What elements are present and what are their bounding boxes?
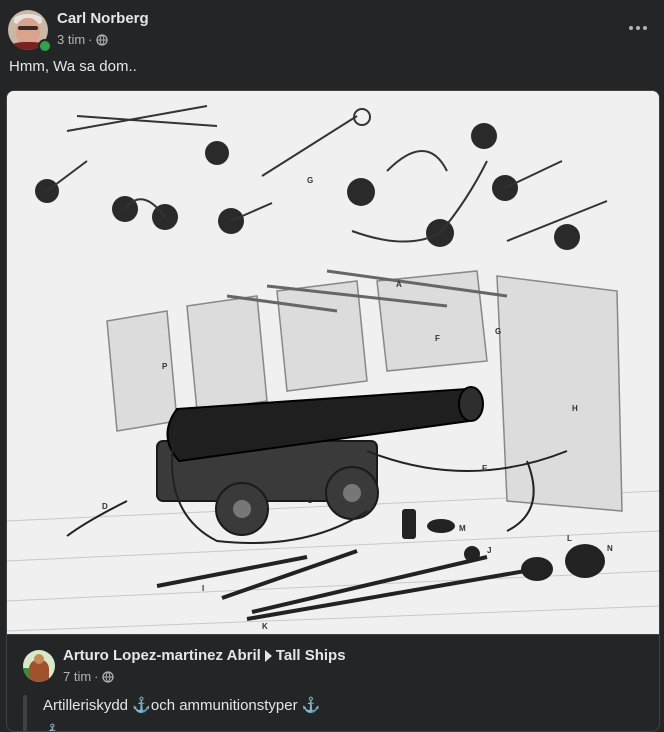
svg-text:H: H [572,404,578,413]
shared-post-header: Arturo Lopez-martinez Abril Tall Ships 7… [7,634,659,731]
shared-post-meta: 7 tim · [63,669,114,684]
shared-author-avatar[interactable] [23,650,55,682]
post-image[interactable]: G A D P F G C E M J N K I L H [7,91,659,634]
online-status-dot [38,39,52,53]
svg-text:D: D [102,502,108,511]
svg-text:M: M [459,524,466,533]
meta-separator: · [88,32,93,47]
globe-icon [95,33,108,46]
svg-text:G: G [307,176,313,185]
svg-text:N: N [607,544,613,553]
svg-text:C: C [307,496,313,505]
svg-text:I: I [202,584,204,593]
shared-author-name[interactable]: Arturo Lopez-martinez Abril [63,647,261,664]
svg-text:K: K [262,622,268,631]
post-header: Carl Norberg 3 tim · [0,0,664,56]
svg-text:F: F [435,334,440,343]
svg-text:L: L [567,534,572,543]
svg-text:P: P [162,362,168,371]
more-options-button[interactable] [624,16,652,40]
svg-text:J: J [487,546,491,555]
svg-text:G: G [495,327,501,336]
shared-post-card[interactable]: G A D P F G C E M J N K I L H Arturo Lopez-mart… [6,90,660,732]
post-author-name[interactable]: Carl Norberg [57,10,149,27]
svg-text:A: A [396,280,402,289]
shared-post-time[interactable]: 7 tim [63,669,91,684]
group-name[interactable]: Tall Ships [276,647,346,664]
cannon-illustration: G A D P F G C E M J N K I L H [7,91,659,634]
shared-post-text: Artilleriskydd ⚓och ammunitionstyper ⚓ [43,697,321,714]
post-meta: 3 tim · [57,32,108,47]
more-dots-icon [629,26,647,30]
shared-author-line: Arturo Lopez-martinez Abril Tall Ships [63,647,346,664]
globe-icon [101,670,114,683]
quote-bar [23,695,27,731]
shared-post-text-next-line: ⚓ [43,723,62,731]
post-time[interactable]: 3 tim [57,32,85,47]
svg-text:E: E [482,464,488,473]
shared-meta-separator: · [94,669,99,684]
post-text: Hmm, Wa sa dom.. [9,58,137,75]
arrow-right-icon [264,649,272,662]
